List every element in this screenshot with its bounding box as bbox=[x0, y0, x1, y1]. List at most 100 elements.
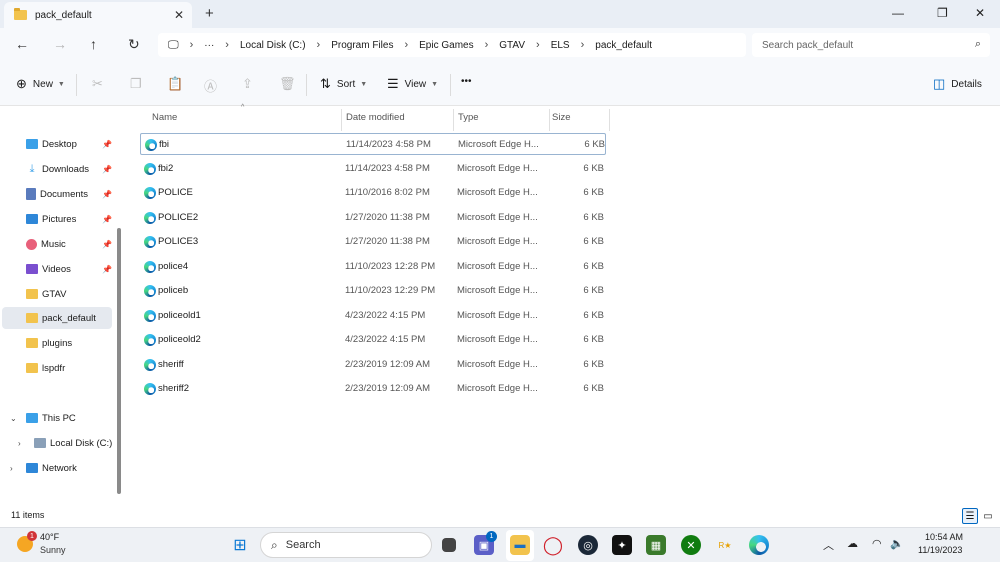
search-input[interactable]: Search pack_default ⌕ bbox=[752, 33, 990, 57]
edge-browser-icon[interactable] bbox=[749, 535, 769, 555]
file-row[interactable]: POLICE 11/10/2016 8:02 PM Microsoft Edge… bbox=[140, 182, 606, 204]
file-row[interactable]: policeold2 4/23/2022 4:15 PM Microsoft E… bbox=[140, 329, 606, 351]
chevron-right-icon[interactable]: › bbox=[10, 464, 13, 473]
column-divider[interactable] bbox=[609, 109, 610, 131]
wifi-icon[interactable]: ◠ bbox=[872, 537, 882, 550]
details-button[interactable]: ◫ Details bbox=[933, 76, 982, 92]
breadcrumb[interactable]: 🖵 › ··· › Local Disk (C:) › Program File… bbox=[158, 33, 746, 57]
breadcrumb-pack-default[interactable]: pack_default bbox=[595, 40, 652, 51]
sidebar-item-pack-default[interactable]: pack_default bbox=[2, 307, 112, 329]
delete-icon[interactable]: 🗑 bbox=[279, 76, 296, 92]
sidebar-scrollbar[interactable] bbox=[117, 228, 121, 494]
windows-start-icon[interactable]: ⊞ bbox=[230, 535, 250, 555]
file-name: POLICE3 bbox=[158, 236, 199, 247]
more-options-button[interactable]: ••• bbox=[461, 76, 472, 87]
taskbar: 1 40°F Sunny ⊞ ⌕ Search ▣ 1 ▬ ◯ ◎ ✦ ▦ ✕ … bbox=[0, 527, 1000, 562]
file-row[interactable]: sheriff 2/23/2019 12:09 AM Microsoft Edg… bbox=[140, 354, 606, 376]
file-type: Microsoft Edge H... bbox=[457, 236, 538, 247]
new-tab-button[interactable]: + bbox=[205, 5, 214, 22]
volume-icon[interactable]: 🔈 bbox=[890, 537, 904, 550]
file-row[interactable]: fbi 11/14/2023 4:58 PM Microsoft Edge H.… bbox=[140, 133, 606, 155]
breadcrumb-els[interactable]: ELS bbox=[551, 40, 570, 51]
chevron-right-icon[interactable]: › bbox=[18, 439, 21, 448]
chevron-right-icon[interactable]: › bbox=[581, 39, 585, 51]
chevron-right-icon[interactable]: › bbox=[225, 39, 229, 51]
minimize-button[interactable]: — bbox=[892, 6, 904, 20]
rename-icon[interactable]: Ⓐ bbox=[204, 76, 217, 95]
share-icon[interactable]: ⇪ bbox=[242, 76, 253, 92]
onedrive-cloud-icon[interactable]: ☁ bbox=[847, 537, 858, 550]
copy-icon[interactable]: ❐ bbox=[130, 76, 142, 92]
file-row[interactable]: police4 11/10/2023 12:28 PM Microsoft Ed… bbox=[140, 256, 606, 278]
chevron-up-icon[interactable]: ︿ bbox=[823, 537, 834, 553]
file-row[interactable]: policeold1 4/23/2022 4:15 PM Microsoft E… bbox=[140, 305, 606, 327]
column-divider[interactable] bbox=[549, 109, 550, 131]
sidebar-item-label: Local Disk (C:) bbox=[50, 437, 113, 449]
up-arrow-icon[interactable]: ↑ bbox=[90, 36, 97, 52]
sidebar-item-plugins[interactable]: plugins bbox=[0, 332, 116, 354]
column-divider[interactable] bbox=[453, 109, 454, 131]
sidebar-item-desktop[interactable]: Desktop 📌 bbox=[0, 133, 116, 155]
file-row[interactable]: sheriff2 2/23/2019 12:09 AM Microsoft Ed… bbox=[140, 378, 606, 400]
chevron-right-icon[interactable]: › bbox=[317, 39, 321, 51]
file-row[interactable]: POLICE2 1/27/2020 11:38 PM Microsoft Edg… bbox=[140, 207, 606, 229]
task-view-icon[interactable] bbox=[442, 538, 456, 552]
rockstar-icon[interactable]: R★ bbox=[715, 535, 735, 555]
sidebar-item-documents[interactable]: Documents 📌 bbox=[0, 183, 116, 205]
maximize-button[interactable]: ❐ bbox=[937, 6, 948, 20]
close-window-button[interactable]: ✕ bbox=[975, 6, 985, 20]
column-divider[interactable] bbox=[341, 109, 342, 131]
chevron-right-icon[interactable]: › bbox=[404, 39, 408, 51]
computer-icon[interactable]: 🖵 bbox=[168, 39, 179, 52]
file-explorer-icon[interactable]: ▬ bbox=[510, 535, 530, 555]
file-row[interactable]: fbi2 11/14/2023 4:58 PM Microsoft Edge H… bbox=[140, 158, 606, 180]
close-tab-button[interactable]: ✕ bbox=[174, 8, 184, 22]
sidebar-item-local-disk[interactable]: › Local Disk (C:) bbox=[0, 432, 116, 454]
xbox-icon[interactable]: ✕ bbox=[681, 535, 701, 555]
sidebar-item-downloads[interactable]: ⤓ Downloads 📌 bbox=[0, 158, 116, 180]
new-button[interactable]: ⊕ New ▼ bbox=[16, 76, 65, 92]
breadcrumb-gtav[interactable]: GTAV bbox=[499, 40, 525, 51]
sidebar-item-music[interactable]: Music 📌 bbox=[0, 233, 116, 255]
breadcrumb-local-disk[interactable]: Local Disk (C:) bbox=[240, 40, 306, 51]
chevron-right-icon[interactable]: › bbox=[536, 39, 540, 51]
refresh-icon[interactable]: ↻ bbox=[128, 36, 140, 53]
clock-time[interactable]: 10:54 AM bbox=[925, 532, 963, 542]
opera-icon[interactable]: ◯ bbox=[543, 535, 563, 555]
chevron-right-icon[interactable]: › bbox=[190, 39, 194, 51]
chevron-down-icon[interactable]: ⌄ bbox=[10, 414, 17, 423]
file-name: fbi bbox=[159, 139, 170, 150]
file-row[interactable]: policeb 11/10/2023 12:29 PM Microsoft Ed… bbox=[140, 280, 606, 302]
breadcrumb-more[interactable]: ··· bbox=[204, 40, 214, 51]
epic-games-icon[interactable]: ✦ bbox=[612, 535, 632, 555]
sort-button[interactable]: ⇅ Sort ▼ bbox=[320, 76, 367, 92]
paste-icon[interactable]: 📋 bbox=[167, 76, 183, 92]
taskbar-search[interactable]: ⌕ Search bbox=[260, 532, 432, 558]
clock-date[interactable]: 11/19/2023 bbox=[918, 545, 962, 555]
column-header-name[interactable]: Name bbox=[152, 112, 177, 123]
steam-icon[interactable]: ◎ bbox=[578, 535, 598, 555]
column-header-type[interactable]: Type bbox=[458, 112, 479, 123]
sidebar-item-videos[interactable]: Videos 📌 bbox=[0, 258, 116, 280]
column-header-date[interactable]: Date modified bbox=[346, 112, 405, 123]
breadcrumb-epic-games[interactable]: Epic Games bbox=[419, 40, 473, 51]
chevron-right-icon[interactable]: › bbox=[485, 39, 489, 51]
search-icon[interactable]: ⌕ bbox=[975, 38, 981, 51]
view-button[interactable]: ☰ View ▼ bbox=[387, 76, 438, 92]
breadcrumb-program-files[interactable]: Program Files bbox=[331, 40, 393, 51]
back-arrow-icon[interactable]: ← bbox=[15, 36, 29, 52]
column-header-size[interactable]: Size bbox=[552, 112, 570, 123]
sidebar-item-lspdfr[interactable]: lspdfr bbox=[0, 357, 116, 379]
details-view-icon[interactable]: ☰ bbox=[962, 508, 978, 524]
forward-arrow-icon[interactable]: → bbox=[53, 36, 67, 52]
sidebar-item-pictures[interactable]: Pictures 📌 bbox=[0, 208, 116, 230]
sidebar-item-network[interactable]: › Network bbox=[0, 457, 116, 479]
minecraft-icon[interactable]: ▦ bbox=[646, 535, 666, 555]
cut-icon[interactable]: ✂ bbox=[92, 76, 103, 92]
sidebar-item-this-pc[interactable]: ⌄ This PC bbox=[0, 407, 116, 429]
tab-pack-default[interactable]: pack_default ✕ bbox=[4, 2, 192, 28]
file-row[interactable]: POLICE3 1/27/2020 11:38 PM Microsoft Edg… bbox=[140, 231, 606, 253]
edge-html-file-icon bbox=[144, 187, 156, 199]
tiles-view-icon[interactable]: ▭ bbox=[980, 508, 996, 524]
sidebar-item-gtav[interactable]: GTAV bbox=[0, 283, 116, 305]
